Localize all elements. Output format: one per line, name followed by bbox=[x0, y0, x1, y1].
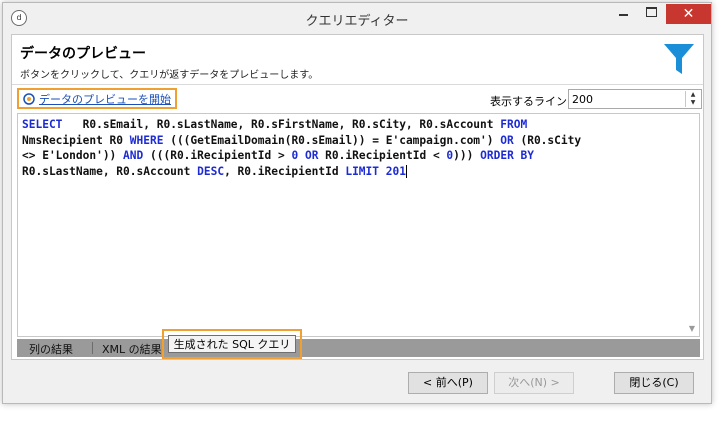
sql-query-text[interactable]: SELECT R0.sEmail, R0.sLastName, R0.sFirs… bbox=[22, 117, 682, 179]
close-window-button[interactable]: ✕ bbox=[666, 4, 711, 24]
tab-divider bbox=[92, 342, 93, 354]
scroll-down-icon[interactable]: ▼ bbox=[686, 324, 698, 333]
page-subtitle: ボタンをクリックして、クエリが返すデータをプレビューします。 bbox=[20, 70, 319, 81]
spin-down-icon[interactable]: ▼ bbox=[686, 99, 700, 107]
tab-xml-results[interactable]: XML の結果 bbox=[102, 341, 162, 357]
spin-up-icon[interactable]: ▲ bbox=[686, 91, 700, 99]
sql-keyword: WHERE bbox=[129, 133, 164, 147]
sql-query-editor[interactable]: SELECT R0.sEmail, R0.sLastName, R0.sFirs… bbox=[17, 113, 700, 337]
sql-keyword: FROM bbox=[500, 118, 528, 131]
sql-text-run: ))) bbox=[453, 149, 481, 162]
filter-icon bbox=[664, 44, 694, 74]
sql-keyword: LIMIT bbox=[345, 164, 380, 178]
start-preview-label: データのプレビューを開始 bbox=[39, 92, 171, 106]
lines-spinner[interactable]: ▲ ▼ bbox=[685, 91, 700, 107]
title-bar[interactable]: d クエリエディター ✕ bbox=[3, 3, 711, 33]
sql-text-run: R0.iRecipientId < bbox=[318, 149, 447, 162]
sql-text-run bbox=[298, 149, 305, 162]
lines-to-display-input[interactable]: 200 ▲ ▼ bbox=[568, 89, 702, 109]
tab-generated-sql-highlight: 生成された SQL クエリ bbox=[162, 329, 302, 359]
close-button[interactable]: 閉じる(C) bbox=[614, 372, 694, 394]
sql-text-run bbox=[379, 165, 386, 178]
sql-text-run: (R0.sCity bbox=[513, 133, 582, 147]
tab-generated-sql[interactable]: 生成された SQL クエリ bbox=[168, 335, 296, 353]
minimize-button[interactable] bbox=[610, 4, 637, 24]
previous-button[interactable]: < 前へ(P) bbox=[408, 372, 488, 394]
text-cursor bbox=[405, 165, 407, 178]
sql-keyword: OR bbox=[304, 149, 319, 162]
lines-to-display-label: 表示するライン: bbox=[490, 95, 571, 108]
next-button[interactable]: 次へ(N) > bbox=[494, 372, 574, 394]
header-divider bbox=[12, 84, 703, 85]
sql-text-run: (((GetEmailDomain(R0.sEmail)) = E'campai… bbox=[163, 133, 501, 147]
sql-keyword: DESC bbox=[197, 164, 225, 178]
window-title: クエリエディター bbox=[305, 14, 409, 29]
minimize-icon bbox=[619, 13, 628, 16]
sql-text-run: <> E'London')) bbox=[22, 149, 124, 162]
sql-text-run: NmsRecipient R0 bbox=[22, 133, 130, 147]
content-panel: データのプレビュー ボタンをクリックして、クエリが返すデータをプレビューします。… bbox=[11, 34, 704, 360]
sql-text-run: R0.sLastName, R0.sAccount bbox=[22, 164, 198, 178]
result-tab-bar: 列の結果 XML の結果 bbox=[17, 339, 700, 357]
lines-to-display-value: 200 bbox=[572, 93, 593, 106]
tab-column-results[interactable]: 列の結果 bbox=[29, 341, 73, 357]
sql-text-run: , R0.iRecipientId bbox=[224, 164, 346, 178]
sql-keyword: OR bbox=[500, 133, 514, 147]
query-editor-window: d クエリエディター ✕ データのプレビュー ボタンをクリックして、クエリが返す… bbox=[2, 2, 712, 404]
page-title: データのプレビュー bbox=[20, 46, 146, 62]
start-preview-link[interactable]: データのプレビューを開始 bbox=[17, 88, 177, 109]
sql-keyword: ORDER BY bbox=[480, 149, 535, 162]
eye-icon bbox=[23, 92, 35, 105]
sql-keyword: AND bbox=[123, 149, 144, 162]
close-icon: ✕ bbox=[682, 6, 695, 22]
sql-text-run: (((R0.iRecipientId > bbox=[143, 149, 292, 162]
sql-text-run: R0.sEmail, R0.sLastName, R0.sFirstName, … bbox=[62, 118, 501, 131]
sql-number: 201 bbox=[385, 164, 406, 178]
maximize-icon bbox=[646, 7, 657, 17]
maximize-button[interactable] bbox=[638, 4, 665, 24]
sql-keyword: SELECT bbox=[22, 118, 63, 131]
sql-vertical-scrollbar[interactable]: ▼ bbox=[686, 115, 698, 335]
